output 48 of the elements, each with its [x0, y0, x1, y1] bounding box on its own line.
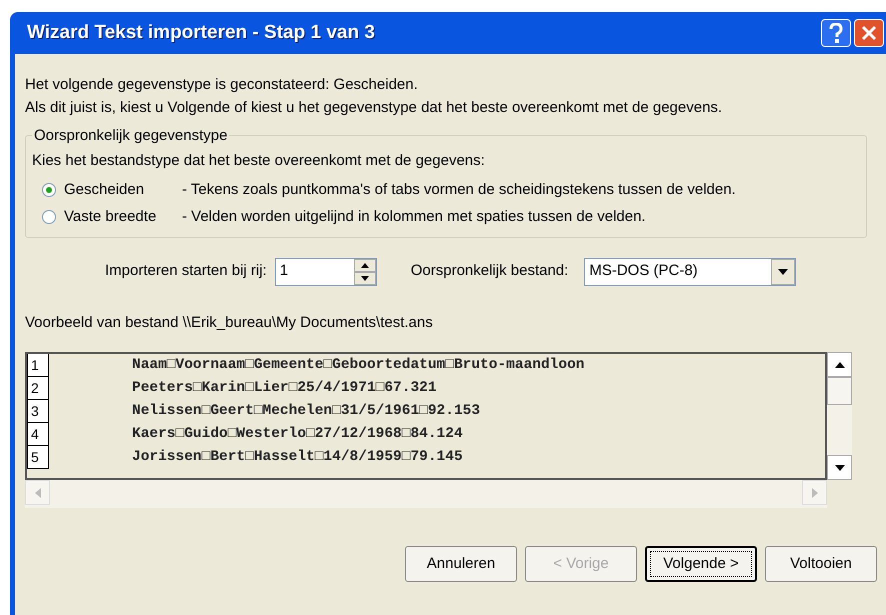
option-description: - Tekens zoals puntkomma's of tabs vormen de scheidingstekens tussen de velden.: [182, 180, 736, 200]
up-arrow-icon: [834, 362, 844, 368]
help-icon: [828, 23, 844, 43]
start-row-spinner[interactable]: 1: [274, 258, 377, 286]
down-arrow-icon: [834, 464, 844, 470]
radio-button[interactable]: [42, 210, 56, 224]
dropdown-button[interactable]: [771, 258, 796, 284]
radio-button[interactable]: [42, 183, 56, 197]
radio-label[interactable]: Vaste breedte: [64, 206, 182, 228]
prompt-text: Kies het bestandstype dat het beste overeenkomt met de gegevens:: [32, 151, 486, 171]
up-arrow-icon: [360, 262, 369, 268]
radio-label[interactable]: Gescheiden: [64, 178, 182, 202]
origin-value: MS-DOS (PC-8): [588, 261, 698, 282]
spin-up-button[interactable]: [354, 258, 376, 272]
row-number: 2: [27, 377, 49, 400]
window-title: Wizard Tekst importeren - Stap 1 van 3: [27, 20, 375, 45]
wizard-button[interactable]: Voltooien: [765, 546, 877, 582]
scroll-thumb[interactable]: [827, 377, 852, 405]
row-number: 5: [27, 446, 49, 469]
option-description: - Velden worden uitgelijnd in kolommen met spaties tussen de velden.: [182, 206, 646, 227]
preview-line: Naam□Voornaam□Gemeente□Geboortedatum□Bruto-maandloon: [131, 356, 584, 375]
intro-text: Als dit juist is, kiest u Volgende of kiest u het gegevenstype dat het beste overeenkomt met de gegevens.: [25, 98, 724, 118]
preview-line: Nelissen□Geert□Mechelen□31/5/1961□92.153: [131, 402, 480, 421]
preview-line: Jorissen□Bert□Hasselt□14/8/1959□79.145: [131, 448, 463, 467]
row-number: 4: [27, 423, 49, 446]
left-arrow-icon: [34, 488, 40, 498]
down-arrow-icon: [360, 276, 369, 280]
wizard-button[interactable]: Volgende >: [645, 546, 757, 582]
preview-line: Peeters□Karin□Lier□25/4/1971□67.321: [131, 378, 437, 398]
scroll-up-button[interactable]: [827, 352, 852, 377]
intro-text: Het volgende gegevenstype is geconstateerd: Gescheiden.: [25, 75, 419, 95]
vertical-scrollbar[interactable]: [827, 352, 852, 480]
spin-down-button[interactable]: [354, 272, 376, 284]
row-number: 1: [27, 354, 49, 377]
preview-label: Voorbeeld van bestand \\Erik_bureau\My Documents\test.ans: [25, 312, 434, 332]
start-row-label: Importeren starten bij rij:: [105, 261, 267, 282]
help-button[interactable]: [821, 19, 851, 47]
close-icon: [861, 25, 877, 41]
preview-line: Kaers□Guido□Westerlo□27/12/1968□84.124: [131, 424, 463, 444]
row-number: 3: [27, 400, 49, 423]
right-arrow-icon: [812, 488, 818, 498]
origin-dropdown[interactable]: MS-DOS (PC-8): [584, 258, 796, 286]
wizard-button[interactable]: Annuleren: [405, 546, 517, 582]
start-row-value: 1: [278, 261, 288, 282]
close-button[interactable]: [854, 19, 884, 47]
caret-icon: [778, 268, 788, 274]
origin-label: Oorspronkelijk bestand:: [410, 261, 568, 282]
scroll-down-button[interactable]: [827, 455, 852, 480]
